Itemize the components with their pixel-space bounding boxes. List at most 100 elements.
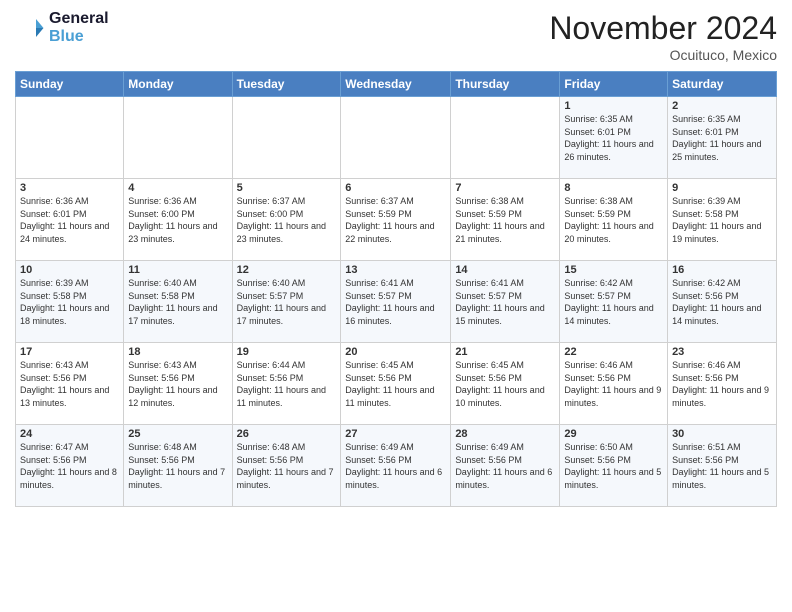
day-cell-w5-d2: 25 Sunrise: 6:48 AMSunset: 5:56 PMDaylig…	[124, 425, 232, 507]
day-info: Sunrise: 6:40 AMSunset: 5:57 PMDaylight:…	[237, 277, 337, 327]
day-cell-w2-d3: 5 Sunrise: 6:37 AMSunset: 6:00 PMDayligh…	[232, 179, 341, 261]
day-info: Sunrise: 6:40 AMSunset: 5:58 PMDaylight:…	[128, 277, 227, 327]
day-number: 4	[128, 182, 227, 194]
day-number: 9	[672, 182, 772, 194]
day-info: Sunrise: 6:43 AMSunset: 5:56 PMDaylight:…	[128, 359, 227, 409]
logo: General Blue	[15, 10, 109, 46]
day-info: Sunrise: 6:38 AMSunset: 5:59 PMDaylight:…	[455, 195, 555, 245]
day-info: Sunrise: 6:41 AMSunset: 5:57 PMDaylight:…	[455, 277, 555, 327]
day-cell-w1-d1	[16, 97, 124, 179]
day-info: Sunrise: 6:46 AMSunset: 5:56 PMDaylight:…	[672, 359, 772, 409]
day-number: 3	[20, 182, 119, 194]
header-thursday: Thursday	[451, 72, 560, 97]
day-number: 1	[564, 100, 663, 112]
day-info: Sunrise: 6:49 AMSunset: 5:56 PMDaylight:…	[345, 441, 446, 491]
calendar-header-row: Sunday Monday Tuesday Wednesday Thursday…	[16, 72, 777, 97]
day-info: Sunrise: 6:36 AMSunset: 6:00 PMDaylight:…	[128, 195, 227, 245]
header-saturday: Saturday	[668, 72, 777, 97]
day-number: 15	[564, 264, 663, 276]
day-number: 17	[20, 346, 119, 358]
day-info: Sunrise: 6:43 AMSunset: 5:56 PMDaylight:…	[20, 359, 119, 409]
day-cell-w4-d7: 23 Sunrise: 6:46 AMSunset: 5:56 PMDaylig…	[668, 343, 777, 425]
calendar-body: 1 Sunrise: 6:35 AMSunset: 6:01 PMDayligh…	[16, 97, 777, 507]
day-cell-w5-d7: 30 Sunrise: 6:51 AMSunset: 5:56 PMDaylig…	[668, 425, 777, 507]
day-cell-w2-d5: 7 Sunrise: 6:38 AMSunset: 5:59 PMDayligh…	[451, 179, 560, 261]
week-row-3: 10 Sunrise: 6:39 AMSunset: 5:58 PMDaylig…	[16, 261, 777, 343]
day-cell-w2-d1: 3 Sunrise: 6:36 AMSunset: 6:01 PMDayligh…	[16, 179, 124, 261]
day-cell-w3-d3: 12 Sunrise: 6:40 AMSunset: 5:57 PMDaylig…	[232, 261, 341, 343]
day-number: 10	[20, 264, 119, 276]
day-cell-w2-d6: 8 Sunrise: 6:38 AMSunset: 5:59 PMDayligh…	[560, 179, 668, 261]
day-cell-w5-d3: 26 Sunrise: 6:48 AMSunset: 5:56 PMDaylig…	[232, 425, 341, 507]
day-cell-w4-d6: 22 Sunrise: 6:46 AMSunset: 5:56 PMDaylig…	[560, 343, 668, 425]
day-info: Sunrise: 6:46 AMSunset: 5:56 PMDaylight:…	[564, 359, 663, 409]
day-cell-w3-d4: 13 Sunrise: 6:41 AMSunset: 5:57 PMDaylig…	[341, 261, 451, 343]
day-cell-w3-d1: 10 Sunrise: 6:39 AMSunset: 5:58 PMDaylig…	[16, 261, 124, 343]
day-info: Sunrise: 6:37 AMSunset: 6:00 PMDaylight:…	[237, 195, 337, 245]
day-info: Sunrise: 6:48 AMSunset: 5:56 PMDaylight:…	[128, 441, 227, 491]
day-cell-w5-d6: 29 Sunrise: 6:50 AMSunset: 5:56 PMDaylig…	[560, 425, 668, 507]
day-cell-w1-d5	[451, 97, 560, 179]
header: General Blue November 2024 Ocuituco, Mex…	[15, 10, 777, 63]
day-info: Sunrise: 6:47 AMSunset: 5:56 PMDaylight:…	[20, 441, 119, 491]
day-number: 8	[564, 182, 663, 194]
day-number: 24	[20, 428, 119, 440]
day-cell-w1-d3	[232, 97, 341, 179]
day-cell-w5-d4: 27 Sunrise: 6:49 AMSunset: 5:56 PMDaylig…	[341, 425, 451, 507]
day-number: 12	[237, 264, 337, 276]
title-section: November 2024 Ocuituco, Mexico	[549, 10, 777, 63]
week-row-2: 3 Sunrise: 6:36 AMSunset: 6:01 PMDayligh…	[16, 179, 777, 261]
day-number: 7	[455, 182, 555, 194]
header-monday: Monday	[124, 72, 232, 97]
header-friday: Friday	[560, 72, 668, 97]
day-number: 2	[672, 100, 772, 112]
day-cell-w5-d5: 28 Sunrise: 6:49 AMSunset: 5:56 PMDaylig…	[451, 425, 560, 507]
day-info: Sunrise: 6:35 AMSunset: 6:01 PMDaylight:…	[564, 113, 663, 163]
day-number: 26	[237, 428, 337, 440]
day-number: 22	[564, 346, 663, 358]
day-number: 25	[128, 428, 227, 440]
day-info: Sunrise: 6:38 AMSunset: 5:59 PMDaylight:…	[564, 195, 663, 245]
day-number: 6	[345, 182, 446, 194]
day-info: Sunrise: 6:39 AMSunset: 5:58 PMDaylight:…	[20, 277, 119, 327]
day-cell-w5-d1: 24 Sunrise: 6:47 AMSunset: 5:56 PMDaylig…	[16, 425, 124, 507]
day-cell-w3-d7: 16 Sunrise: 6:42 AMSunset: 5:56 PMDaylig…	[668, 261, 777, 343]
day-info: Sunrise: 6:42 AMSunset: 5:57 PMDaylight:…	[564, 277, 663, 327]
day-info: Sunrise: 6:48 AMSunset: 5:56 PMDaylight:…	[237, 441, 337, 491]
day-info: Sunrise: 6:36 AMSunset: 6:01 PMDaylight:…	[20, 195, 119, 245]
day-number: 30	[672, 428, 772, 440]
day-info: Sunrise: 6:49 AMSunset: 5:56 PMDaylight:…	[455, 441, 555, 491]
day-info: Sunrise: 6:45 AMSunset: 5:56 PMDaylight:…	[345, 359, 446, 409]
day-cell-w1-d4	[341, 97, 451, 179]
day-cell-w1-d6: 1 Sunrise: 6:35 AMSunset: 6:01 PMDayligh…	[560, 97, 668, 179]
month-title: November 2024	[549, 10, 777, 47]
day-cell-w2-d2: 4 Sunrise: 6:36 AMSunset: 6:00 PMDayligh…	[124, 179, 232, 261]
day-number: 13	[345, 264, 446, 276]
week-row-5: 24 Sunrise: 6:47 AMSunset: 5:56 PMDaylig…	[16, 425, 777, 507]
day-cell-w4-d2: 18 Sunrise: 6:43 AMSunset: 5:56 PMDaylig…	[124, 343, 232, 425]
week-row-1: 1 Sunrise: 6:35 AMSunset: 6:01 PMDayligh…	[16, 97, 777, 179]
day-info: Sunrise: 6:35 AMSunset: 6:01 PMDaylight:…	[672, 113, 772, 163]
day-info: Sunrise: 6:51 AMSunset: 5:56 PMDaylight:…	[672, 441, 772, 491]
day-cell-w3-d6: 15 Sunrise: 6:42 AMSunset: 5:57 PMDaylig…	[560, 261, 668, 343]
day-number: 18	[128, 346, 227, 358]
day-number: 11	[128, 264, 227, 276]
header-wednesday: Wednesday	[341, 72, 451, 97]
day-info: Sunrise: 6:37 AMSunset: 5:59 PMDaylight:…	[345, 195, 446, 245]
day-number: 16	[672, 264, 772, 276]
day-cell-w1-d7: 2 Sunrise: 6:35 AMSunset: 6:01 PMDayligh…	[668, 97, 777, 179]
day-cell-w3-d2: 11 Sunrise: 6:40 AMSunset: 5:58 PMDaylig…	[124, 261, 232, 343]
logo-icon	[15, 13, 45, 43]
day-number: 27	[345, 428, 446, 440]
day-cell-w3-d5: 14 Sunrise: 6:41 AMSunset: 5:57 PMDaylig…	[451, 261, 560, 343]
day-cell-w2-d7: 9 Sunrise: 6:39 AMSunset: 5:58 PMDayligh…	[668, 179, 777, 261]
day-cell-w1-d2	[124, 97, 232, 179]
day-number: 28	[455, 428, 555, 440]
day-info: Sunrise: 6:41 AMSunset: 5:57 PMDaylight:…	[345, 277, 446, 327]
week-row-4: 17 Sunrise: 6:43 AMSunset: 5:56 PMDaylig…	[16, 343, 777, 425]
day-number: 21	[455, 346, 555, 358]
day-info: Sunrise: 6:44 AMSunset: 5:56 PMDaylight:…	[237, 359, 337, 409]
day-cell-w4-d3: 19 Sunrise: 6:44 AMSunset: 5:56 PMDaylig…	[232, 343, 341, 425]
day-info: Sunrise: 6:50 AMSunset: 5:56 PMDaylight:…	[564, 441, 663, 491]
day-cell-w4-d1: 17 Sunrise: 6:43 AMSunset: 5:56 PMDaylig…	[16, 343, 124, 425]
